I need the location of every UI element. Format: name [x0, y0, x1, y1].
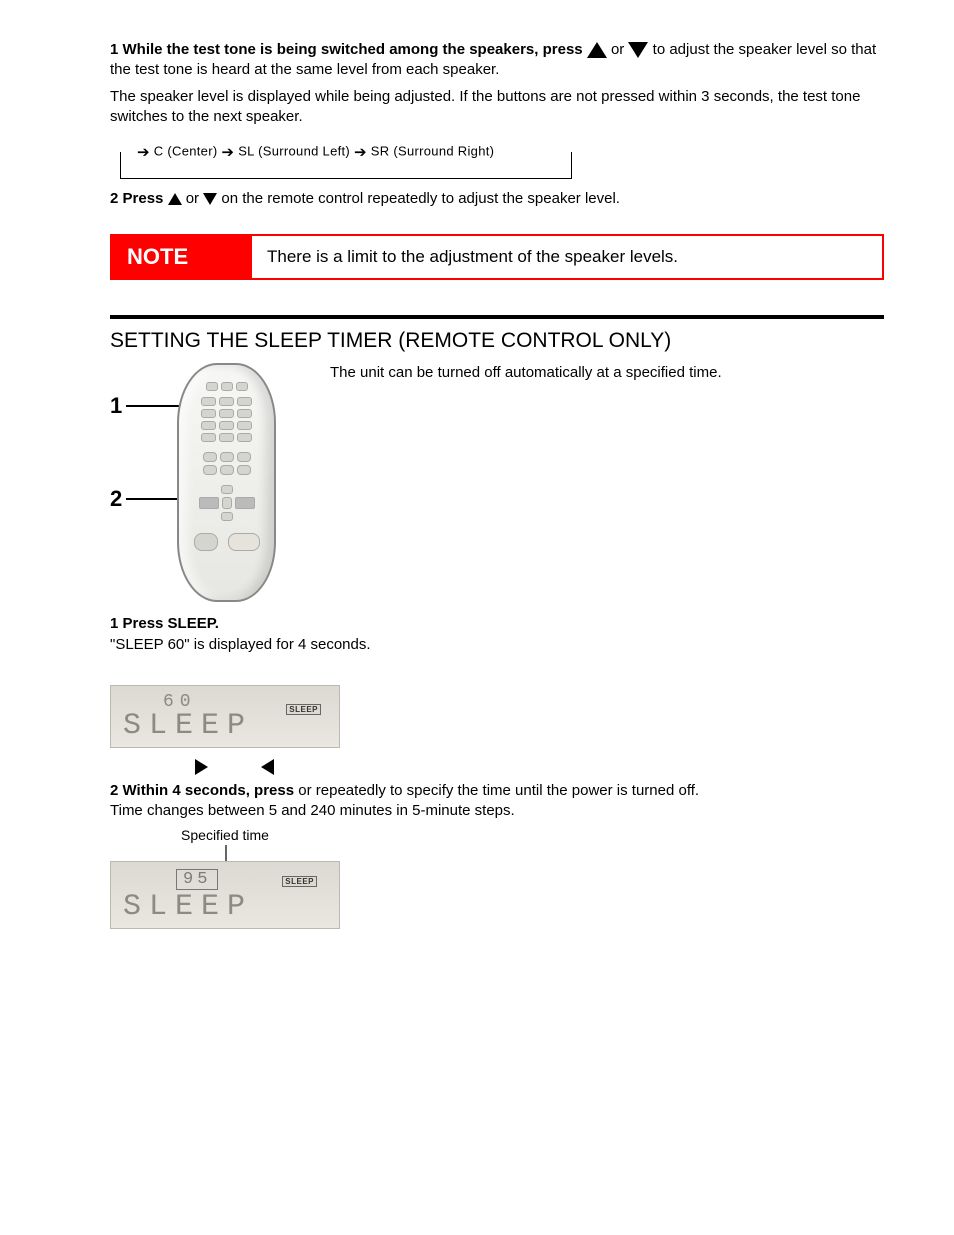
sleep-s2-or: or	[298, 782, 316, 799]
specified-time-pointer	[110, 843, 340, 861]
sleep-step1-a: 1 Press SLEEP.	[110, 614, 884, 634]
display-illustration-2: 95 SLEEP SLEEP	[110, 861, 340, 929]
specified-time-caption: Specified time	[110, 827, 340, 843]
display2-value: 95	[176, 869, 218, 890]
step2-line: 2 Press or on the remote control repeate…	[110, 189, 884, 209]
channel-center: C (Center)	[154, 143, 218, 158]
channel-sl: SL (Surround Left)	[238, 143, 350, 158]
up-icon	[168, 193, 182, 205]
sleep-step1-b: "SLEEP 60" is displayed for 4 seconds.	[110, 635, 884, 655]
remote-illustration: 1 2	[110, 363, 310, 602]
arrow-right-icon: ➔	[221, 143, 234, 161]
note-label: NOTE	[112, 236, 252, 278]
right-icon	[195, 759, 208, 775]
note-text: There is a limit to the adjustment of th…	[252, 247, 693, 267]
arrow-right-icon: ➔	[137, 143, 150, 161]
remote-body	[177, 363, 276, 602]
display1-big: SLEEP	[123, 711, 329, 741]
sleep-badge: SLEEP	[286, 704, 321, 715]
callout-2: 2	[110, 488, 122, 510]
sleep-step2-detail: Time changes between 5 and 240 minutes i…	[110, 801, 884, 821]
sleep-section-title: SETTING THE SLEEP TIMER (REMOTE CONTROL …	[110, 315, 884, 353]
down-icon	[628, 42, 648, 58]
sleep-intro: The unit can be turned off automatically…	[330, 363, 884, 383]
arrow-right-icon: ➔	[354, 143, 367, 161]
step1-prefix: 1 While the test tone is being switched …	[110, 41, 587, 58]
sleep-step2-line: 2 Within 4 seconds, press or repeatedly …	[110, 781, 884, 801]
step2-or: or	[186, 190, 204, 207]
sleep-s2-suffix: repeatedly to specify the time until the…	[316, 782, 699, 799]
sleep-s2-prefix: 2 Within 4 seconds, press	[110, 782, 298, 799]
callout-1: 1	[110, 395, 122, 417]
step2-prefix: 2 Press	[110, 190, 168, 207]
left-icon	[261, 759, 274, 775]
step1-detail: The speaker level is displayed while bei…	[110, 87, 884, 128]
display2-big: SLEEP	[123, 892, 329, 922]
step2-suffix: on the remote control repeatedly to adju…	[221, 190, 620, 207]
down-icon	[203, 193, 217, 205]
up-icon	[587, 42, 607, 58]
display-illustration-1: 60 SLEEP SLEEP	[110, 685, 340, 748]
step1-line1: 1 While the test tone is being switched …	[110, 40, 884, 81]
sleep-step2-triangles	[195, 758, 884, 775]
note-box: NOTE There is a limit to the adjustment …	[110, 234, 884, 280]
sleep-badge: SLEEP	[282, 876, 317, 887]
channel-cycle-diagram: ➔ C (Center) ➔ SL (Surround Left) ➔ SR (…	[120, 152, 572, 179]
channel-sr: SR (Surround Right)	[371, 143, 494, 158]
step1-or: or	[611, 41, 629, 58]
